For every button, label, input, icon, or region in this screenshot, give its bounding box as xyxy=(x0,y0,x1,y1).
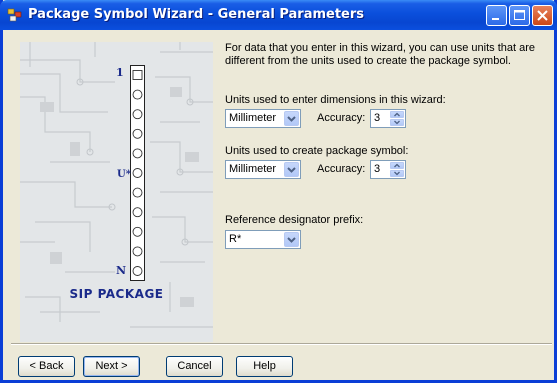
button-separator xyxy=(11,343,552,345)
window-title: Package Symbol Wizard - General Paramete… xyxy=(28,7,365,22)
pin-circle xyxy=(132,207,143,218)
spin-up-icon[interactable] xyxy=(390,111,404,118)
dimension-units-label: Units used to enter dimensions in this w… xyxy=(225,94,446,106)
pin-circle xyxy=(132,266,143,276)
symbol-units-select[interactable]: Millimeter xyxy=(225,160,301,179)
dimension-accuracy-spinner[interactable]: 3 xyxy=(370,109,406,128)
wizard-window: Package Symbol Wizard - General Paramete… xyxy=(0,0,557,383)
pin-circle xyxy=(132,168,143,178)
sip-package-body xyxy=(130,65,145,281)
pin-circle xyxy=(132,109,143,120)
dimension-accuracy-label: Accuracy: xyxy=(317,112,366,124)
maximize-button[interactable] xyxy=(509,5,530,26)
package-name: SIP PACKAGE xyxy=(69,287,164,301)
refdes-prefix-select[interactable]: R* xyxy=(225,230,301,249)
spin-down-icon[interactable] xyxy=(390,170,404,177)
dropdown-arrow-icon[interactable] xyxy=(284,162,299,177)
close-icon xyxy=(537,10,548,21)
pin-circle xyxy=(132,246,143,257)
refdes-prefix-label: Reference designator prefix: xyxy=(225,214,364,226)
next-button[interactable]: Next > xyxy=(83,356,140,377)
dimension-units-value: Millimeter xyxy=(229,112,277,124)
title-bar[interactable]: Package Symbol Wizard - General Paramete… xyxy=(0,0,557,30)
symbol-accuracy-label: Accuracy: xyxy=(317,163,366,175)
dimension-units-select[interactable]: Millimeter xyxy=(225,109,301,128)
symbol-units-label: Units used to create package symbol: xyxy=(225,145,409,157)
wizard-app-icon xyxy=(7,8,22,22)
reference-designator-marker: U* xyxy=(117,169,131,180)
pin-column xyxy=(132,70,143,276)
back-button[interactable]: < Back xyxy=(18,356,75,377)
pin-circle xyxy=(132,148,143,159)
package-illustration: 1 N U* SIP PACKAGE xyxy=(20,42,213,342)
dropdown-arrow-icon[interactable] xyxy=(284,232,299,247)
minimize-icon xyxy=(492,18,499,20)
symbol-units-value: Millimeter xyxy=(229,163,277,175)
symbol-accuracy-value: 3 xyxy=(374,163,381,175)
dropdown-arrow-icon[interactable] xyxy=(284,111,299,126)
pin-circle xyxy=(132,226,143,237)
refdes-prefix-value: R* xyxy=(229,233,242,245)
pin-circle xyxy=(132,187,143,198)
close-button[interactable] xyxy=(532,5,553,26)
help-button[interactable]: Help xyxy=(236,356,293,377)
cancel-button[interactable]: Cancel xyxy=(166,356,223,377)
wizard-description: For data that you enter in this wizard, … xyxy=(225,42,536,67)
pin-circle xyxy=(132,128,143,139)
pin-1-square xyxy=(132,70,143,80)
pin-circle xyxy=(132,89,143,100)
minimize-button[interactable] xyxy=(486,5,507,26)
spin-up-icon[interactable] xyxy=(390,162,404,169)
symbol-accuracy-spinner[interactable]: 3 xyxy=(370,160,406,179)
first-pin-label: 1 xyxy=(116,66,124,79)
spin-down-icon[interactable] xyxy=(390,119,404,126)
dimension-accuracy-value: 3 xyxy=(374,112,381,124)
last-pin-label: N xyxy=(116,264,127,277)
maximize-icon xyxy=(514,10,525,20)
